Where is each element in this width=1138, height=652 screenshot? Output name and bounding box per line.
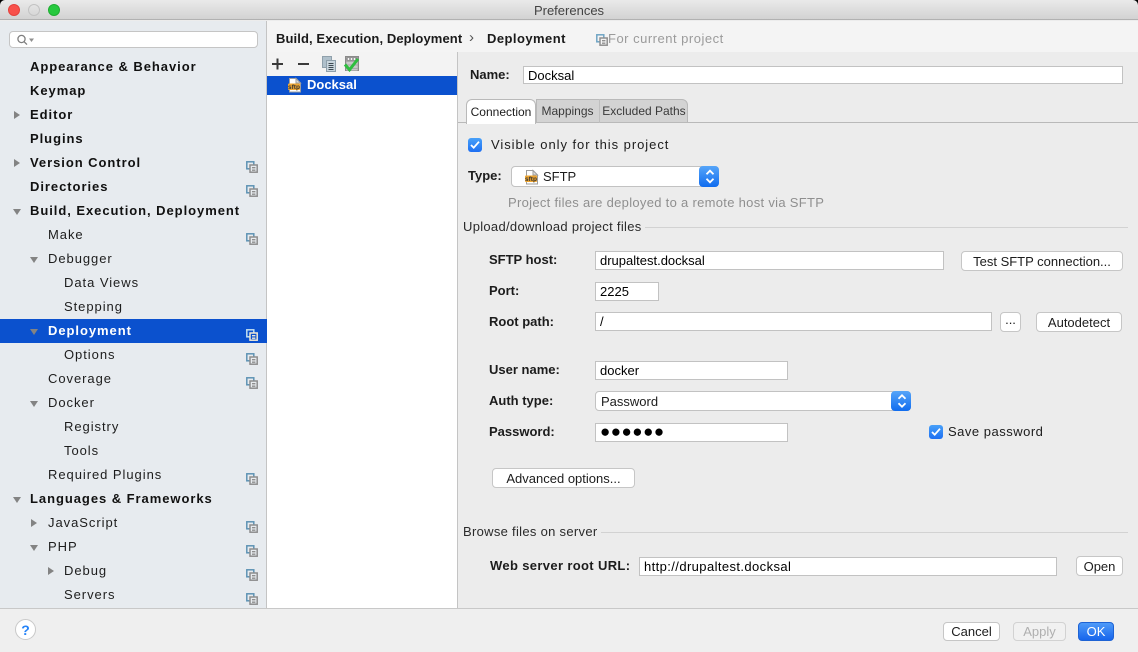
svg-text:sftp: sftp: [525, 176, 537, 183]
svg-text:sftp: sftp: [288, 84, 300, 91]
